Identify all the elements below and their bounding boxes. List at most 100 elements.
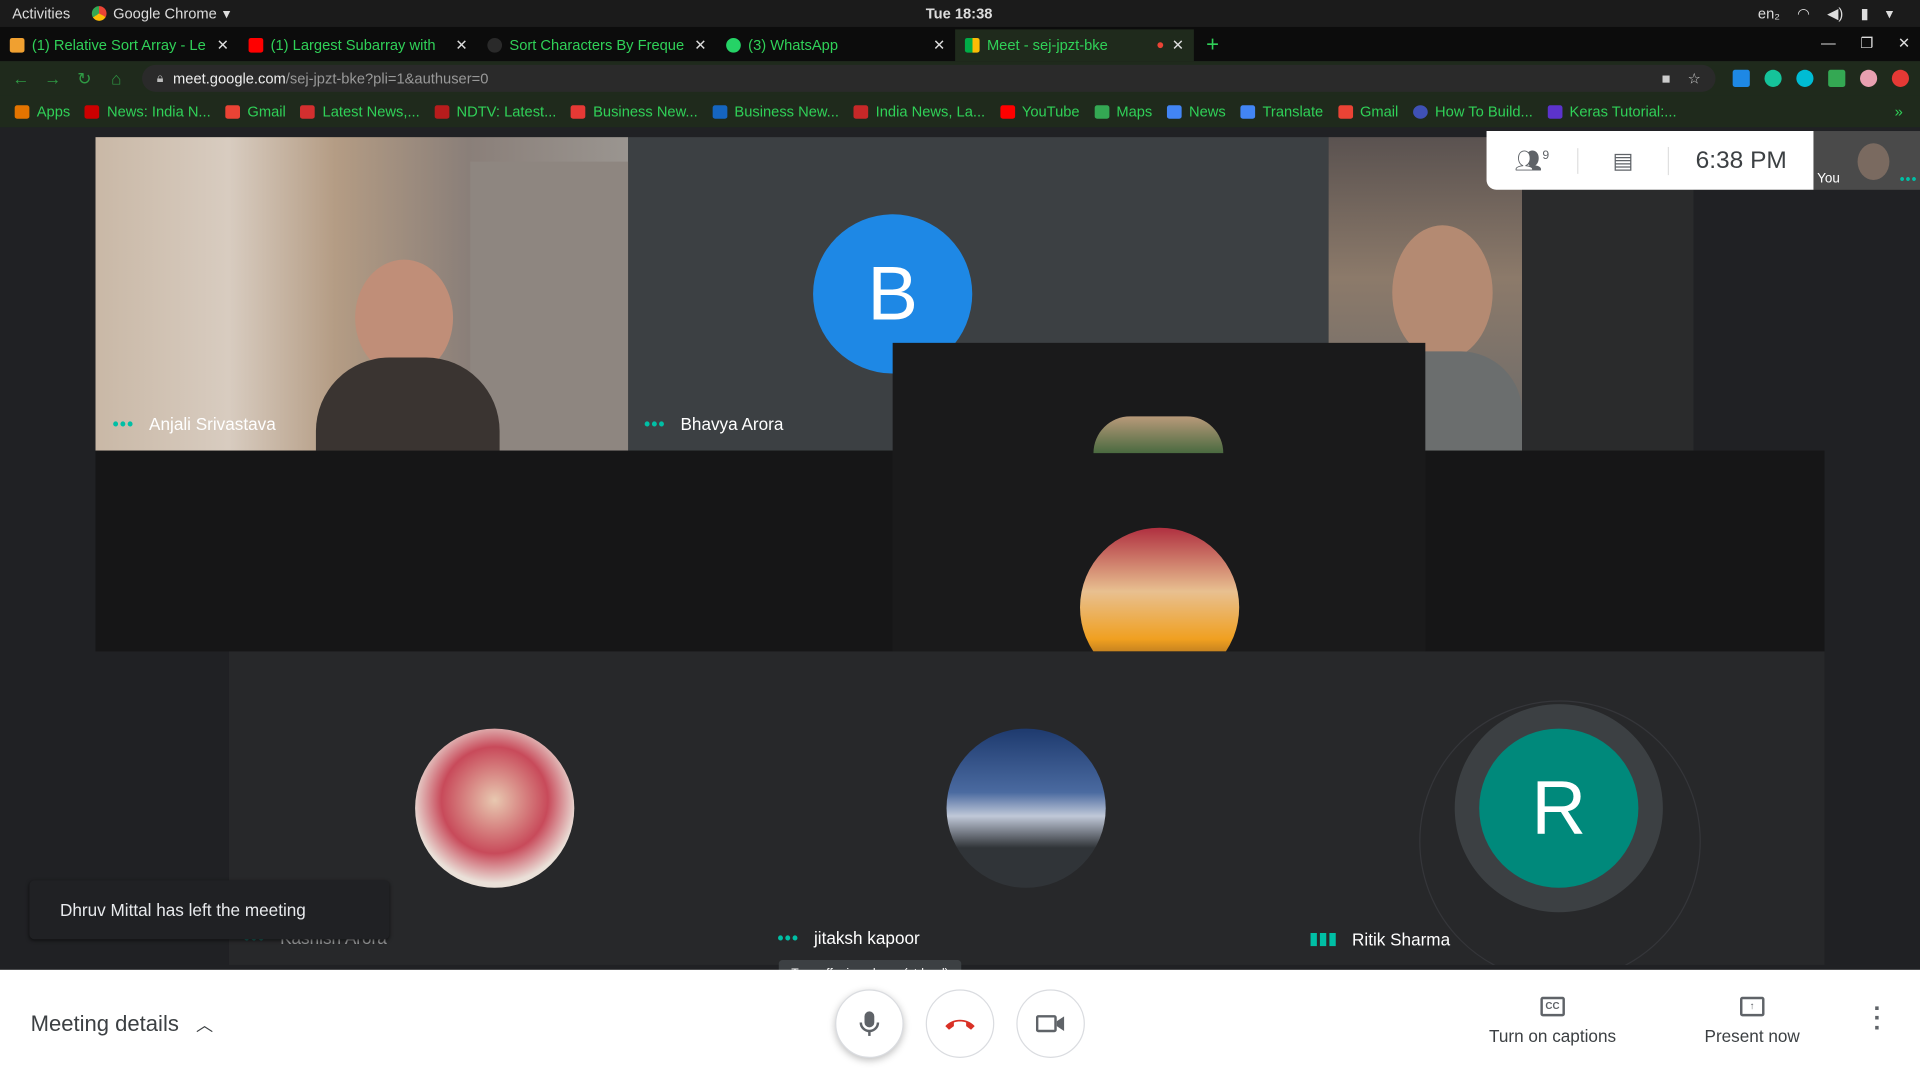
- more-options-icon[interactable]: •••: [113, 414, 135, 434]
- ublock-icon[interactable]: [1891, 69, 1909, 87]
- activities-button[interactable]: Activities: [12, 5, 70, 22]
- bookmark-item[interactable]: Latest News,...: [300, 103, 420, 120]
- close-icon[interactable]: ✕: [455, 37, 467, 54]
- camera-button[interactable]: [1016, 989, 1085, 1058]
- address-bar[interactable]: 🔒︎ meet.google.com /sej-jpzt-bke?pli=1&a…: [142, 64, 1716, 92]
- more-options-button[interactable]: · · ·: [1873, 997, 1881, 1041]
- volume-icon: ◀): [1827, 4, 1844, 23]
- bookmark-item[interactable]: How To Build...: [1413, 103, 1533, 120]
- profile-avatar[interactable]: [1860, 69, 1878, 87]
- self-view-tile[interactable]: You •••: [1813, 131, 1920, 190]
- battery-icon: ▮: [1860, 4, 1869, 23]
- google-news-icon: [1166, 104, 1182, 119]
- forward-button[interactable]: →: [37, 69, 69, 89]
- bookmark-item[interactable]: YouTube: [999, 103, 1080, 120]
- bookmark-item[interactable]: News: India N...: [84, 102, 211, 121]
- fe-icon: [712, 104, 728, 119]
- minimize-button[interactable]: —: [1821, 34, 1836, 51]
- extensions-icon[interactable]: [1828, 69, 1846, 87]
- meeting-details-button[interactable]: Meeting details ︿: [31, 1011, 214, 1037]
- bookmark-label: Maps: [1116, 102, 1153, 121]
- url-path: /sej-jpzt-bke?pli=1&authuser=0: [285, 69, 489, 87]
- hang-up-icon: [945, 1019, 975, 1030]
- bookmark-label: News: India N...: [106, 102, 211, 121]
- language-indicator[interactable]: en₂: [1758, 5, 1780, 22]
- download-icon[interactable]: [1732, 69, 1750, 87]
- tab-whatsapp[interactable]: (3) WhatsApp ✕: [716, 29, 955, 61]
- react-icon[interactable]: [1796, 69, 1814, 87]
- lock-icon[interactable]: 🔒︎: [157, 72, 164, 85]
- people-icon: 👥︎: [1514, 147, 1543, 173]
- bookmark-label: Gmail: [1359, 102, 1399, 121]
- captions-button[interactable]: CC Turn on captions: [1488, 996, 1617, 1046]
- close-icon[interactable]: ✕: [1172, 37, 1184, 54]
- chevron-down-icon: ▾: [222, 4, 231, 23]
- people-button[interactable]: 👥︎9: [1487, 148, 1578, 174]
- bookmark-item[interactable]: Business New...: [571, 103, 698, 120]
- app-menu-label: Google Chrome: [113, 4, 217, 23]
- et-icon: [571, 104, 586, 119]
- captions-label: Turn on captions: [1488, 1026, 1617, 1046]
- tab-title: (1) Largest Subarray with: [270, 36, 436, 54]
- bookmark-item[interactable]: Business New...: [712, 103, 839, 120]
- chat-button[interactable]: ▤: [1577, 147, 1668, 174]
- more-options-icon[interactable]: •••: [1900, 173, 1918, 188]
- reload-button[interactable]: ↻: [69, 68, 101, 89]
- notification-toast: Dhruv Mittal has left the meeting: [29, 880, 390, 940]
- more-options-icon[interactable]: •••: [644, 414, 666, 434]
- meet-icon: [964, 37, 980, 53]
- grammarly-icon[interactable]: [1764, 69, 1782, 87]
- wifi-icon: ◠: [1797, 4, 1810, 23]
- close-window-button[interactable]: ✕: [1898, 34, 1910, 51]
- close-icon[interactable]: ✕: [217, 37, 229, 54]
- close-icon[interactable]: ✕: [694, 37, 706, 54]
- close-icon[interactable]: ✕: [933, 37, 945, 54]
- participant-photo-kashish[interactable]: [415, 728, 575, 888]
- participant-photo-jitaksh[interactable]: [946, 728, 1106, 888]
- more-options-icon[interactable]: •••: [778, 928, 800, 948]
- participant-tile-photo[interactable]: [892, 342, 1426, 652]
- microphone-button[interactable]: [835, 989, 904, 1058]
- more-bookmarks-icon[interactable]: »: [1895, 103, 1903, 120]
- bookmark-item[interactable]: Keras Tutorial:...: [1547, 103, 1677, 120]
- bs-icon: [853, 104, 869, 119]
- tab-title: (3) WhatsApp: [748, 36, 838, 54]
- bookmark-item[interactable]: Gmail: [225, 103, 286, 120]
- bookmark-apps[interactable]: Apps: [14, 103, 70, 120]
- bookmark-item[interactable]: News: [1166, 103, 1226, 120]
- bookmark-label: Business New...: [734, 102, 839, 121]
- empty-tile: [95, 450, 893, 652]
- home-button[interactable]: ⌂: [100, 69, 132, 89]
- bookmark-item[interactable]: India News, La...: [853, 103, 985, 120]
- bookmark-item[interactable]: Translate: [1240, 103, 1323, 120]
- bookmark-item[interactable]: Maps: [1094, 103, 1152, 120]
- present-now-button[interactable]: ↑ Present now: [1705, 996, 1800, 1046]
- camera-icon[interactable]: ■: [1662, 70, 1671, 87]
- tab-relative-sort[interactable]: (1) Relative Sort Array - Le ✕: [0, 29, 239, 61]
- tab-sort-characters[interactable]: Sort Characters By Freque ✕: [478, 29, 717, 61]
- participant-tile-anjali[interactable]: ••• Anjali Srivastava: [95, 137, 629, 451]
- bookmark-label: Translate: [1262, 102, 1324, 121]
- whatsapp-icon: [726, 37, 741, 53]
- maximize-button[interactable]: ❐: [1860, 34, 1873, 51]
- back-button[interactable]: ←: [5, 69, 37, 89]
- app-menu[interactable]: Google Chrome ▾: [92, 5, 230, 22]
- tab-meet[interactable]: Meet - sej-jpzt-bke ● ✕: [955, 29, 1194, 62]
- tab-largest-subarray[interactable]: (1) Largest Subarray with ✕: [239, 29, 478, 61]
- tab-strip: (1) Relative Sort Array - Le ✕ (1) Large…: [0, 26, 1920, 62]
- bookmark-item[interactable]: NDTV: Latest...: [434, 103, 556, 120]
- toi-icon: [84, 104, 100, 119]
- youtube-icon: [999, 104, 1015, 119]
- new-tab-button[interactable]: +: [1194, 32, 1231, 61]
- leave-call-button[interactable]: [925, 989, 995, 1058]
- system-clock[interactable]: Tue 18:38: [926, 5, 993, 22]
- bookmark-item[interactable]: Gmail: [1337, 102, 1399, 121]
- participant-avatar[interactable]: R: [1479, 728, 1639, 888]
- news-site-icon: [300, 104, 316, 119]
- star-icon[interactable]: ☆: [1688, 70, 1701, 87]
- participant-photo: [1080, 527, 1240, 652]
- system-tray[interactable]: en₂ ◠ ◀) ▮ ▾: [1758, 5, 1893, 22]
- gmail-icon: [1337, 104, 1353, 119]
- screen: Activities Google Chrome ▾ Tue 18:38 en₂…: [0, 0, 1920, 1080]
- toolbar: ← → ↻ ⌂ 🔒︎ meet.google.com /sej-jpzt-bke…: [0, 61, 1920, 96]
